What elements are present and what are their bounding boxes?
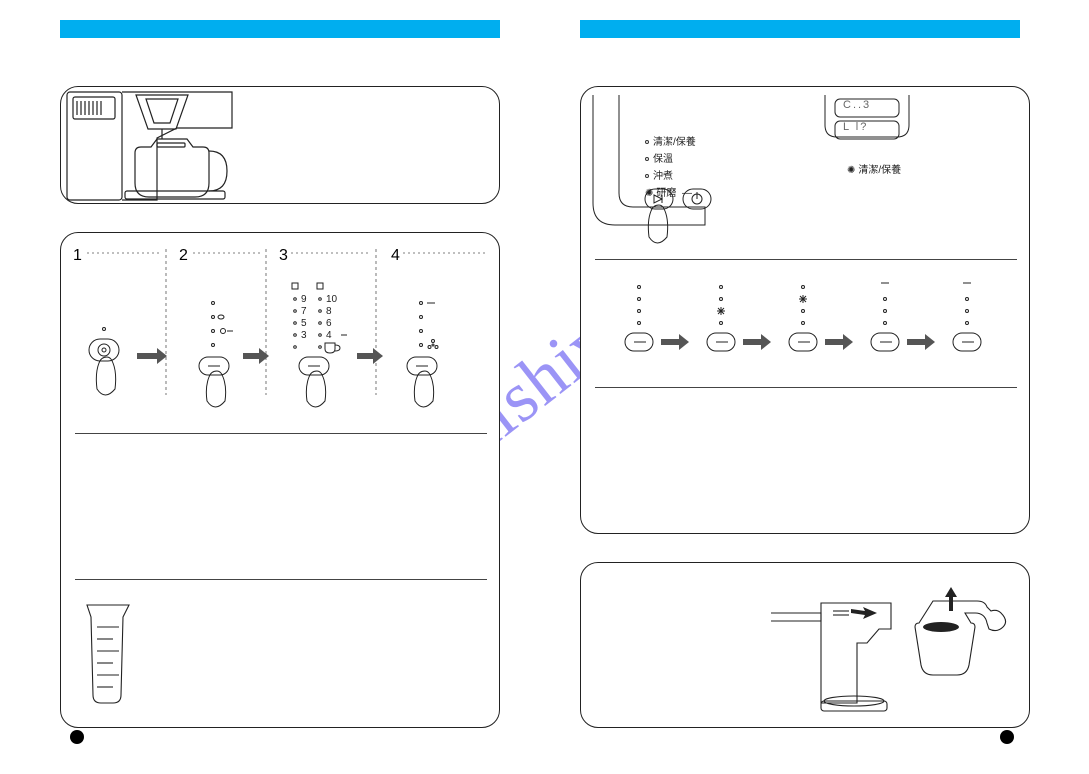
svg-text:10: 10 (326, 294, 338, 305)
svg-text:9: 9 (301, 294, 307, 305)
divider (75, 579, 487, 580)
led-brew: 沖煮 (645, 167, 696, 182)
divider (595, 387, 1017, 388)
led-labels: 清潔/保養 保溫 沖煮 ✺研磨 — (645, 133, 696, 199)
svg-text:7: 7 (301, 306, 307, 317)
led-grind: ✺研磨 — (645, 184, 696, 199)
page-dot-left (70, 730, 84, 744)
header-bar-left (60, 20, 500, 38)
led-warm: 保溫 (645, 150, 696, 165)
svg-text:4: 4 (326, 330, 332, 341)
steps-illustration: 9 10 7 8 5 6 3 4 (61, 261, 501, 421)
svg-text:5: 5 (301, 318, 307, 329)
panel-filter-insert (580, 562, 1030, 728)
led-clean: 清潔/保養 (645, 133, 696, 148)
panel-coffee-machine (60, 86, 500, 204)
panel-steps-left: 1 2 3 4 (60, 232, 500, 728)
panel-control-right: 清潔/保養 保溫 沖煮 ✺研磨 — ✺清潔/保養 C..3 L l? (580, 86, 1030, 534)
display-2: L l? (843, 121, 868, 133)
svg-text:3: 3 (301, 330, 307, 341)
svg-text:8: 8 (326, 306, 332, 317)
page-right: 清潔/保養 保溫 沖煮 ✺研磨 — ✺清潔/保養 C..3 L l? (560, 0, 1044, 774)
page-left: 1 2 3 4 (60, 0, 544, 774)
header-bar-right (580, 20, 1020, 38)
filter-insert-illustration (761, 573, 1021, 723)
coffee-machine-illustration (61, 87, 501, 205)
svg-text:6: 6 (326, 318, 332, 329)
beaker-illustration (73, 599, 143, 709)
led-sequence-illustration (591, 273, 1021, 373)
display-1: C..3 (843, 99, 871, 111)
divider (595, 259, 1017, 260)
right-led-clean: ✺清潔/保養 (847, 161, 901, 176)
divider (75, 433, 487, 434)
page-dot-right (1000, 730, 1014, 744)
